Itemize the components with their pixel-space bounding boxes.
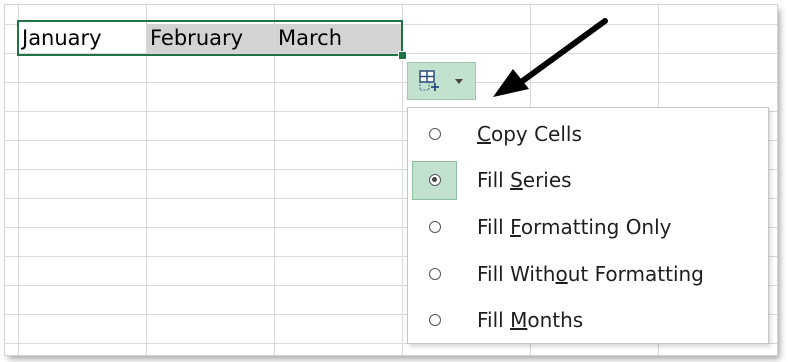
menu-item-fill-series[interactable]: Fill Series <box>408 157 768 203</box>
spreadsheet: January February March Copy Cells Fill S… <box>5 5 777 355</box>
menu-item-copy-cells[interactable]: Copy Cells <box>408 111 768 157</box>
radio-wrap <box>412 255 457 294</box>
autofill-options-button[interactable] <box>407 62 476 100</box>
menu-item-label: Fill Months <box>477 308 584 332</box>
caret-down-icon <box>455 78 463 84</box>
menu-item-label: Fill Without Formatting <box>477 262 704 286</box>
radio-icon[interactable] <box>428 128 441 140</box>
menu-item-label: Fill Series <box>477 168 572 192</box>
pointer-arrow-icon <box>493 18 608 97</box>
radio-wrap <box>412 301 457 340</box>
radio-wrap-selected <box>412 160 457 200</box>
radio-selected-icon[interactable] <box>428 174 441 186</box>
menu-item-fill-formatting-only[interactable]: Fill Formatting Only <box>408 204 768 250</box>
autofill-options-menu: Copy Cells Fill Series Fill Formatting O… <box>407 107 769 344</box>
menu-item-label: Fill Formatting Only <box>477 215 672 239</box>
radio-icon[interactable] <box>428 221 441 233</box>
autofill-options-icon <box>419 70 439 91</box>
cell-b1[interactable]: February <box>147 24 274 53</box>
radio-icon[interactable] <box>428 268 441 280</box>
radio-icon[interactable] <box>428 314 441 326</box>
cell-c1[interactable]: March <box>275 24 402 53</box>
radio-wrap <box>412 115 457 154</box>
menu-item-fill-without-formatting[interactable]: Fill Without Formatting <box>408 251 768 297</box>
radio-wrap <box>412 208 457 247</box>
menu-item-fill-months[interactable]: Fill Months <box>408 297 768 343</box>
cell-a1[interactable]: January <box>19 24 146 53</box>
fill-handle[interactable] <box>398 51 407 60</box>
menu-item-label: Copy Cells <box>477 122 582 146</box>
